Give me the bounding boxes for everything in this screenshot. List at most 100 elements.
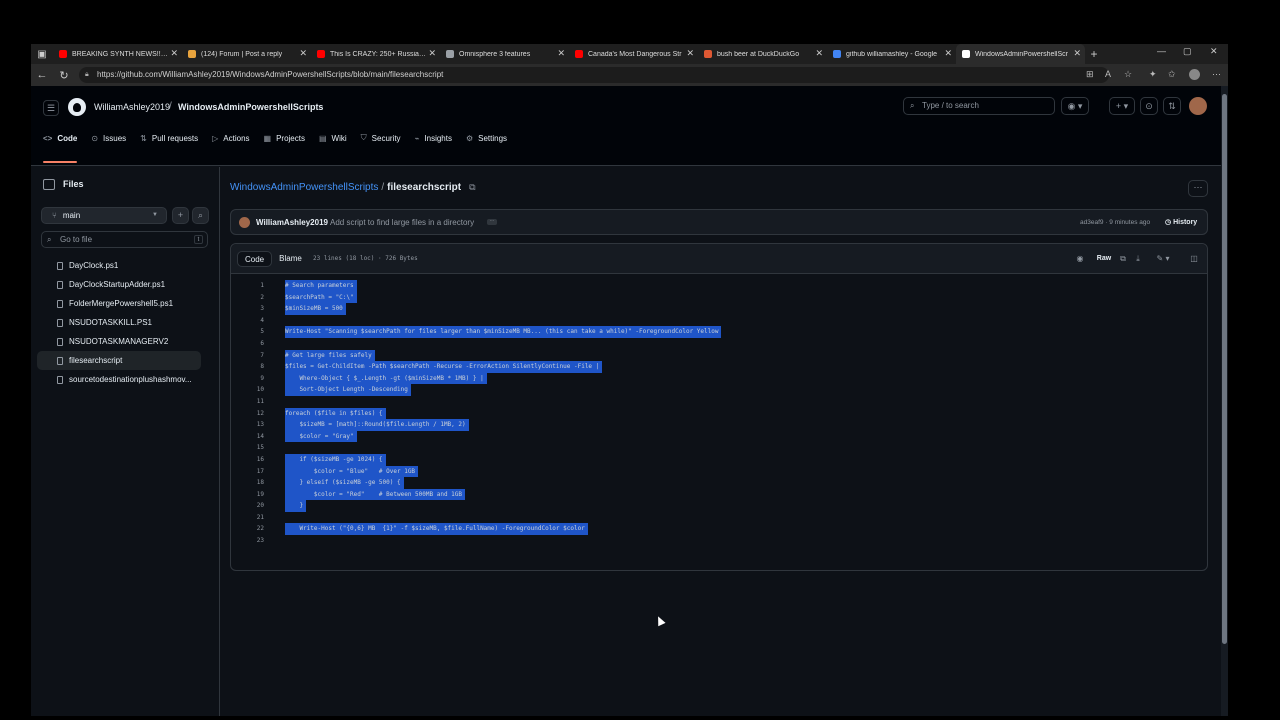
browser-tab[interactable]: Omnisphere 3 features ✕: [440, 44, 569, 64]
browser-tab[interactable]: BREAKING SYNTH NEWS!! BUY ✕: [53, 44, 182, 64]
close-tab-icon[interactable]: ✕: [815, 48, 823, 59]
collapse-sidebar-icon[interactable]: [43, 179, 55, 191]
tab-actions-icon[interactable]: ▣: [31, 44, 53, 64]
tab-code[interactable]: <> Code: [43, 125, 78, 163]
tab-projects[interactable]: ▦ Projects: [264, 125, 305, 151]
line-number[interactable]: 13: [231, 419, 264, 431]
line-number[interactable]: 5: [231, 326, 264, 338]
close-tab-icon[interactable]: ✕: [944, 48, 952, 59]
copy-path-icon[interactable]: ⧉: [469, 182, 475, 192]
line-number[interactable]: 15: [231, 442, 264, 454]
code-text[interactable]: Write-Host "Scanning $searchPath for fil…: [285, 326, 722, 338]
tab-blame[interactable]: Blame: [272, 251, 309, 267]
minimize-icon[interactable]: —: [1157, 46, 1166, 56]
more-options-button[interactable]: ⋯: [1188, 180, 1208, 197]
commit-message[interactable]: Add script to find large files in a dire…: [330, 218, 474, 227]
raw-button[interactable]: Raw: [1093, 251, 1115, 267]
browser-tab[interactable]: WindowsAdminPowershellScr ✕: [956, 44, 1085, 64]
code-text[interactable]: $minSizeMB = 500: [285, 303, 346, 315]
browser-tab[interactable]: github williamashley - Google ✕: [827, 44, 956, 64]
pull-requests-icon[interactable]: ⇅: [1163, 97, 1181, 115]
favorite-icon[interactable]: ☆: [1124, 69, 1132, 80]
read-aloud-icon[interactable]: A: [1105, 69, 1111, 79]
tab-settings[interactable]: ⚙ Settings: [466, 125, 507, 151]
create-new-button[interactable]: + ▾: [1109, 97, 1135, 115]
code-text[interactable]: # Search parameters: [285, 280, 357, 292]
browser-tab[interactable]: bush beer at DuckDuckGo ✕: [698, 44, 827, 64]
file-tree-item[interactable]: DayClock.ps1: [37, 256, 201, 275]
line-number[interactable]: 12: [231, 408, 264, 420]
profile-icon[interactable]: [1189, 69, 1200, 80]
tab-actions[interactable]: ▷ Actions: [212, 125, 249, 151]
scrollbar-thumb[interactable]: [1222, 94, 1227, 644]
code-text[interactable]: $sizeMB = [math]::Round($file.Length / 1…: [285, 419, 469, 431]
line-number[interactable]: 21: [231, 512, 264, 524]
extensions-icon[interactable]: ✦: [1149, 69, 1157, 80]
code-text[interactable]: $color = "Gray": [285, 430, 357, 443]
close-tab-icon[interactable]: ✕: [299, 48, 307, 59]
line-number[interactable]: 19: [231, 489, 264, 501]
expand-commit-icon[interactable]: ···: [487, 219, 497, 225]
file-tree-item[interactable]: sourcetodestinationplushashmov...: [37, 370, 201, 389]
code-text[interactable]: $color = "Red" # Between 500MB and 1GB: [285, 488, 466, 501]
line-number[interactable]: 20: [231, 500, 264, 512]
tab-security[interactable]: ⛉ Security: [361, 125, 401, 151]
close-tab-icon[interactable]: ✕: [1073, 48, 1081, 59]
line-number[interactable]: 23: [231, 535, 264, 547]
download-icon[interactable]: ⤓: [1132, 251, 1144, 267]
back-button[interactable]: ←: [31, 69, 53, 81]
browser-tab[interactable]: Canada's Most Dangerous Str ✕: [569, 44, 698, 64]
line-number[interactable]: 18: [231, 477, 264, 489]
breadcrumb-repo-link[interactable]: WindowsAdminPowershellScripts: [230, 182, 378, 193]
add-file-button[interactable]: +: [172, 207, 189, 224]
close-tab-icon[interactable]: ✕: [686, 48, 694, 59]
code-text[interactable]: } elseif ($sizeMB -ge 500) {: [285, 477, 404, 489]
code-text[interactable]: $files = Get-ChildItem -Path $searchPath…: [285, 361, 603, 373]
new-tab-button[interactable]: +: [1085, 47, 1103, 61]
issues-icon[interactable]: ⊙: [1140, 97, 1158, 115]
close-tab-icon[interactable]: ✕: [557, 48, 565, 59]
tab-issues[interactable]: ⊙ Issues: [91, 125, 126, 151]
copy-icon[interactable]: ⧉: [1117, 251, 1129, 267]
code-text[interactable]: Where-Object { $_.Length -gt ($minSizeMB…: [285, 372, 487, 385]
browser-tab[interactable]: This Is CRAZY: 250+ Russians ✕: [311, 44, 440, 64]
line-number[interactable]: 1: [231, 280, 264, 292]
line-number[interactable]: 7: [231, 350, 264, 362]
repo-name-link[interactable]: WindowsAdminPowershellScripts: [178, 102, 323, 112]
close-window-icon[interactable]: ✕: [1210, 46, 1218, 57]
avatar[interactable]: [239, 217, 250, 228]
branch-selector[interactable]: ⑂ main ▼: [41, 207, 167, 224]
line-number[interactable]: 8: [231, 361, 264, 373]
close-tab-icon[interactable]: ✕: [170, 48, 178, 59]
scrollbar[interactable]: [1221, 86, 1228, 716]
favorites-bar-icon[interactable]: ✩: [1168, 69, 1176, 80]
tab-wiki[interactable]: ▤ Wiki: [319, 125, 347, 151]
search-input[interactable]: ⌕ Type / to search: [903, 97, 1055, 115]
code-text[interactable]: foreach ($file in $files) {: [285, 407, 386, 420]
line-number[interactable]: 9: [231, 373, 264, 385]
app-available-icon[interactable]: ⊞: [1086, 69, 1094, 80]
file-tree-item[interactable]: FolderMergePowershell5.ps1: [37, 294, 201, 313]
line-number[interactable]: 3: [231, 303, 264, 315]
file-tree-item[interactable]: NSUDOTASKMANAGERV2: [37, 332, 201, 351]
go-to-file-input[interactable]: ⌕ Go to file t: [41, 231, 208, 248]
hamburger-menu-icon[interactable]: ☰: [43, 100, 59, 116]
code-text[interactable]: # Get large files safely: [285, 349, 375, 362]
code-text[interactable]: Write-Host ("{0,6} MB {1}" -f $sizeMB, $…: [285, 523, 588, 536]
line-number[interactable]: 22: [231, 523, 264, 535]
line-number[interactable]: 6: [231, 338, 264, 350]
file-tree-item[interactable]: NSUDOTASKKILL.PS1: [37, 313, 201, 332]
line-number[interactable]: 16: [231, 454, 264, 466]
search-files-button[interactable]: ⌕: [192, 207, 209, 224]
file-tree-item[interactable]: filesearchscript: [37, 351, 201, 370]
edit-icon[interactable]: ✎ ▾: [1152, 251, 1174, 267]
reload-button[interactable]: ↻: [53, 69, 75, 82]
code-text[interactable]: $searchPath = "C:\": [285, 291, 357, 304]
close-tab-icon[interactable]: ✕: [428, 48, 436, 59]
tab-insights[interactable]: ⌁ Insights: [415, 125, 452, 151]
tab-pull-requests[interactable]: ⇅ Pull requests: [140, 125, 198, 151]
line-number[interactable]: 10: [231, 384, 264, 396]
maximize-icon[interactable]: ▢: [1183, 46, 1192, 57]
tab-code[interactable]: Code: [237, 251, 273, 267]
copilot-icon[interactable]: ◉: [1073, 251, 1087, 267]
